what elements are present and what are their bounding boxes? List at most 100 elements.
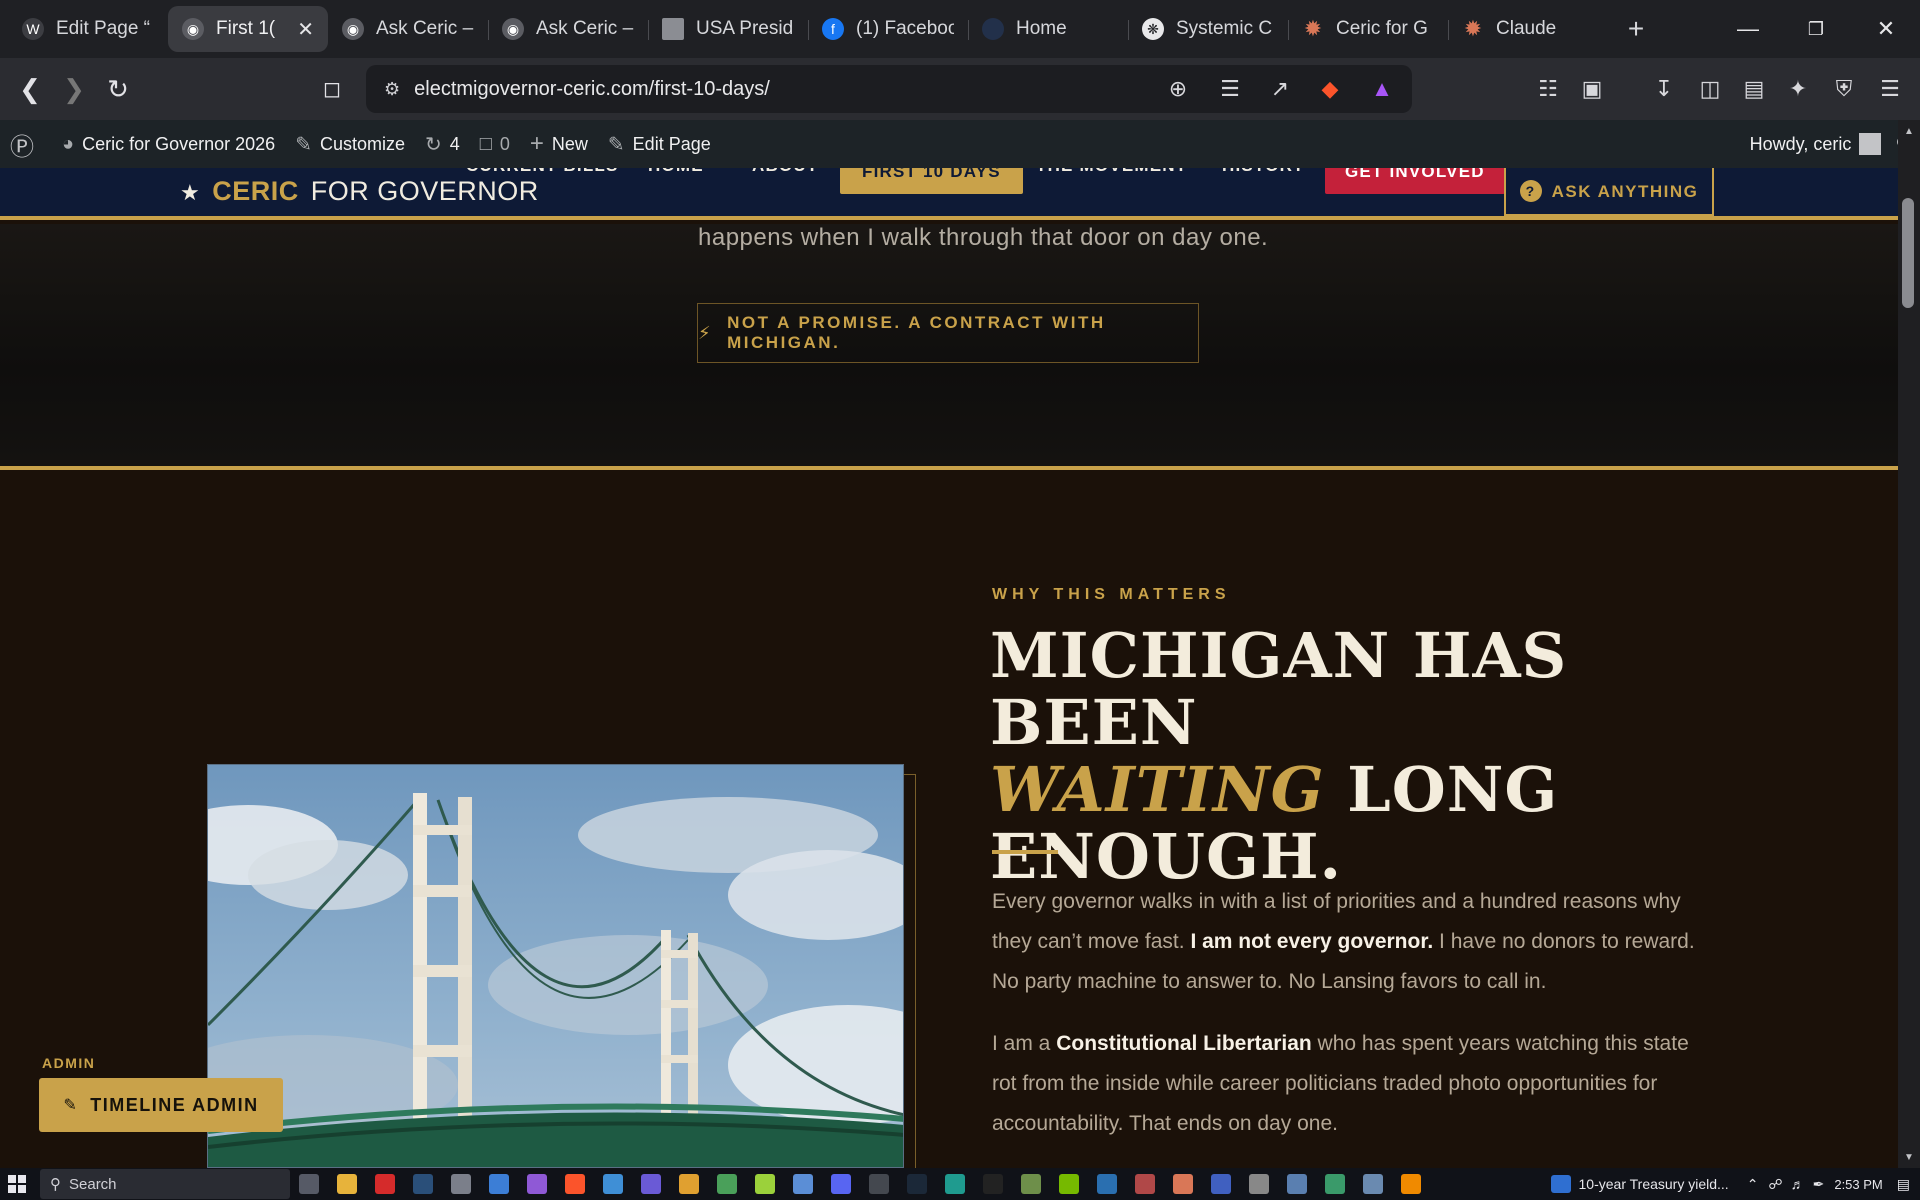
brave-shield-icon[interactable]: ◆ [1314, 73, 1346, 105]
screenshot-icon[interactable]: ▣ [1576, 73, 1608, 105]
nvidia-icon[interactable] [1059, 1174, 1079, 1194]
app-icon[interactable] [641, 1174, 661, 1194]
timeline-admin-button[interactable]: ✎ TIMELINE ADMIN [39, 1078, 283, 1132]
url-text[interactable]: electmigovernor-ceric.com/first-10-days/ [414, 78, 770, 101]
edit-page-link[interactable]: ✎ Edit Page [598, 120, 721, 168]
brave-rewards-icon[interactable]: ▲ [1366, 73, 1398, 105]
task-view-icon[interactable] [299, 1174, 319, 1194]
reader-mode-icon[interactable]: ☰ [1214, 73, 1246, 105]
new-content-menu[interactable]: + New [520, 120, 598, 168]
forward-icon[interactable]: ❯ [52, 67, 96, 111]
tab-usa-presidents[interactable]: USA Presid [648, 6, 808, 52]
back-icon[interactable]: ❮ [8, 67, 52, 111]
updates-link[interactable]: ↻ 4 [415, 120, 470, 168]
file-explorer-icon[interactable] [337, 1174, 357, 1194]
settings-icon[interactable] [451, 1174, 471, 1194]
bookmark-icon[interactable]: ◻ [310, 67, 354, 111]
tab-edit-page[interactable]: W Edit Page “ [8, 6, 168, 52]
avatar[interactable] [1859, 133, 1882, 155]
share-icon[interactable]: ↗ [1264, 73, 1296, 105]
ask-anything-button[interactable]: ? ASK ANYTHING [1504, 168, 1714, 216]
volume-icon[interactable]: ♬ [1791, 1176, 1805, 1192]
app-icon[interactable] [717, 1174, 737, 1194]
bridge-illustration [208, 765, 903, 1167]
news-icon [1550, 1175, 1571, 1193]
close-window-icon[interactable]: ✕ [1852, 0, 1920, 58]
app-icon[interactable] [793, 1174, 813, 1194]
app-icon[interactable] [1249, 1174, 1269, 1194]
download-icon[interactable]: ↧ [1648, 73, 1680, 105]
howdy-user-menu[interactable]: Howdy, ceric [1750, 134, 1852, 155]
app-icon[interactable] [679, 1174, 699, 1194]
tiktok-icon[interactable] [983, 1174, 1003, 1194]
taskbar-search[interactable]: ⚲ Search [40, 1169, 290, 1199]
app-icon[interactable] [1363, 1174, 1383, 1194]
app-icon[interactable] [1287, 1174, 1307, 1194]
site-logo[interactable]: ★ CERIC FOR GOVERNOR [180, 176, 539, 207]
system-tray: 10-year Treasury yield... ⌃ ☍ ♬ ✒ 2:53 P… [1550, 1168, 1920, 1200]
app-icon[interactable] [1021, 1174, 1041, 1194]
brave-icon[interactable] [565, 1174, 585, 1194]
app-icon[interactable] [869, 1174, 889, 1194]
scrollbar-thumb[interactable] [1902, 198, 1914, 308]
close-tab-icon[interactable]: ✕ [297, 17, 314, 42]
site-name-menu[interactable]: ◕ Ceric for Governor 2026 [52, 120, 285, 168]
news-widget[interactable]: 10-year Treasury yield... [1550, 1175, 1729, 1193]
nav-current-bills[interactable]: CURRENT BILLS [466, 168, 619, 176]
notification-icon[interactable]: ▤ [1897, 1176, 1910, 1193]
app-icon[interactable] [1097, 1174, 1117, 1194]
edge-icon[interactable] [945, 1174, 965, 1194]
tab-home[interactable]: Home [968, 6, 1128, 52]
app-icon[interactable] [1325, 1174, 1345, 1194]
address-bar[interactable]: ⚙ electmigovernor-ceric.com/first-10-day… [366, 65, 1412, 113]
nav-first-10-days[interactable]: FIRST 10 DAYS [840, 168, 1023, 194]
steam-icon[interactable] [907, 1174, 927, 1194]
chrome-icon[interactable] [489, 1174, 509, 1194]
nav-history[interactable]: HISTORY [1222, 168, 1305, 176]
customize-link[interactable]: ✎ Customize [285, 120, 415, 168]
tab-ceric-for-g[interactable]: ✹ Ceric for G [1288, 6, 1448, 52]
tab-facebook[interactable]: f (1) Faceboo [808, 6, 968, 52]
app-b-icon[interactable] [375, 1174, 395, 1194]
app-icon[interactable] [603, 1174, 623, 1194]
network-icon[interactable]: ☍ [1768, 1176, 1782, 1193]
scroll-down-icon[interactable]: ▼ [1900, 1148, 1918, 1166]
discord-icon[interactable] [831, 1174, 851, 1194]
extensions-icon[interactable]: ☷ [1532, 73, 1564, 105]
claude-icon[interactable] [1173, 1174, 1193, 1194]
restore-icon[interactable]: ❐ [1782, 0, 1850, 58]
scroll-up-icon[interactable]: ▲ [1900, 122, 1918, 140]
pen-icon[interactable]: ✒ [1813, 1176, 1825, 1193]
vlc-icon[interactable] [1401, 1174, 1421, 1194]
sidebar-icon[interactable]: ◫ [1694, 73, 1726, 105]
tab-ask-ceric-1[interactable]: ◉ Ask Ceric – [328, 6, 488, 52]
site-settings-icon[interactable]: ⚙ [384, 79, 400, 100]
tab-systemic[interactable]: ❋ Systemic C [1128, 6, 1288, 52]
minimize-icon[interactable]: — [1714, 0, 1782, 58]
tab-ask-ceric-2[interactable]: ◉ Ask Ceric – [488, 6, 648, 52]
nav-about[interactable]: ABOUT [752, 168, 818, 176]
new-tab-button[interactable]: + [1616, 9, 1656, 49]
app-icon[interactable] [1135, 1174, 1155, 1194]
app-icon[interactable] [755, 1174, 775, 1194]
reload-icon[interactable]: ↻ [96, 67, 140, 111]
tab-claude[interactable]: ✹ Claude [1448, 6, 1608, 52]
app-icon[interactable] [527, 1174, 547, 1194]
nav-home[interactable]: HOME [648, 168, 704, 176]
tray-chevron-icon[interactable]: ⌃ [1747, 1176, 1759, 1193]
menu-icon[interactable]: ☰ [1874, 73, 1906, 105]
nav-the-movement[interactable]: THE MOVEMENT [1036, 168, 1187, 176]
comments-link[interactable]: □ 0 [470, 120, 520, 168]
vpn-icon[interactable]: ⛨ [1828, 73, 1860, 105]
wallet-icon[interactable]: ▤ [1738, 73, 1770, 105]
app-icon[interactable] [1211, 1174, 1231, 1194]
zoom-icon[interactable]: ⊕ [1162, 73, 1194, 105]
leo-ai-icon[interactable]: ✦ [1782, 73, 1814, 105]
steam-icon[interactable] [413, 1174, 433, 1194]
browser-tab-strip: W Edit Page “ ◉ First 1( ✕ ◉ Ask Ceric –… [0, 0, 1920, 58]
tab-first-10-days[interactable]: ◉ First 1( ✕ [168, 6, 328, 52]
windows-start-icon[interactable] [0, 1168, 34, 1200]
wp-logo-menu[interactable]: Ⓟ [0, 120, 52, 168]
nav-get-involved[interactable]: GET INVOLVED [1325, 168, 1505, 194]
clock[interactable]: 2:53 PM [1834, 1177, 1882, 1192]
